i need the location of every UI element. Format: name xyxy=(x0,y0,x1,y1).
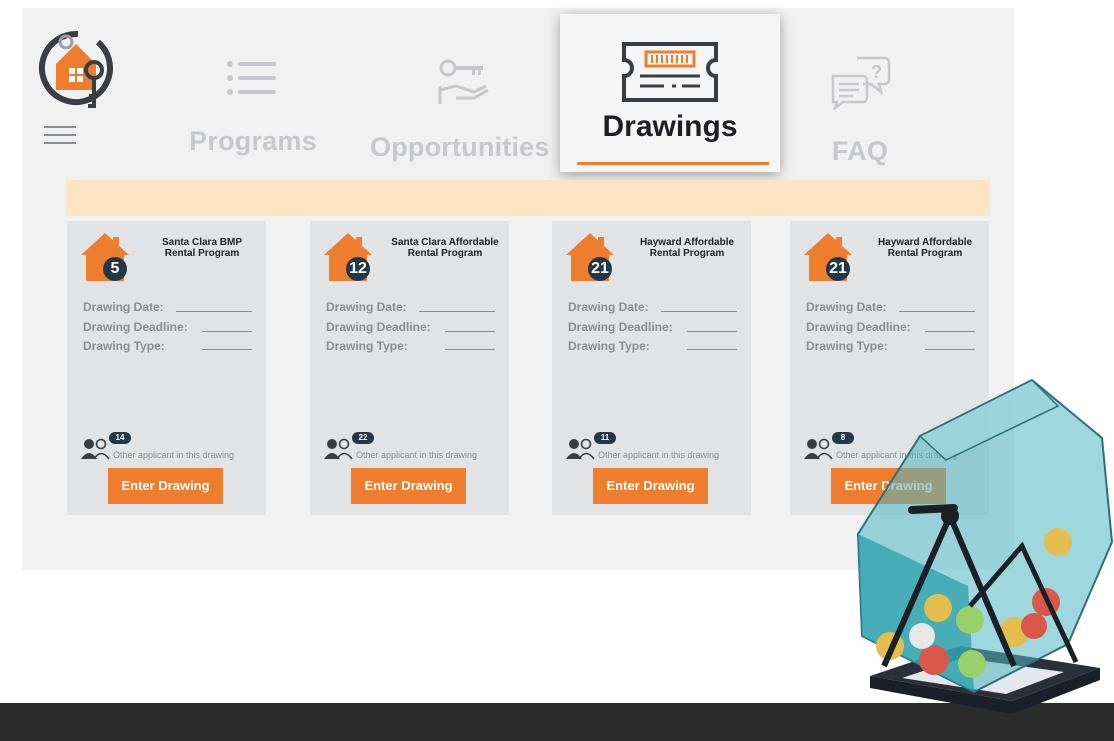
drawing-card: 12 Santa Clara Affordable Rental Program… xyxy=(310,221,509,515)
program-title: Santa Clara BMP Rental Program xyxy=(137,237,267,259)
drawing-type-value xyxy=(925,349,975,350)
drawing-date-label: Drawing Date: xyxy=(806,300,887,314)
drawing-type-label: Drawing Type: xyxy=(568,339,650,353)
program-title-line1: Hayward Affordable xyxy=(639,237,735,248)
program-title-line2: Rental Program xyxy=(649,248,725,259)
nav-programs[interactable]: Programs xyxy=(178,56,328,157)
drawing-deadline-value xyxy=(687,331,737,332)
drawing-date-value xyxy=(419,311,495,312)
drawing-type-value xyxy=(202,349,252,350)
nav-label-drawings: Drawings xyxy=(602,110,738,143)
key-hand-icon xyxy=(438,59,489,104)
drawing-date-value xyxy=(661,311,737,312)
drawing-deadline-value xyxy=(925,331,975,332)
drawing-date-value xyxy=(176,311,252,312)
applicant-count-badge: 11 xyxy=(594,432,616,444)
drawing-date-value xyxy=(899,311,975,312)
drawing-date-label: Drawing Date: xyxy=(326,300,407,314)
hamburger-menu-icon[interactable] xyxy=(44,126,76,144)
menu-line xyxy=(44,126,76,128)
program-title: Santa Clara Affordable Rental Program xyxy=(380,237,510,259)
people-icon xyxy=(804,438,833,460)
drawing-date-label: Drawing Date: xyxy=(83,300,164,314)
nav-label-opportunities: Opportunities xyxy=(370,132,550,162)
lottery-drum-illustration xyxy=(856,378,1114,714)
nav-opportunities[interactable]: Opportunities xyxy=(364,56,564,163)
drawing-deadline-value xyxy=(445,331,495,332)
program-title-line2: Rental Program xyxy=(164,248,240,259)
applicant-text: Other applicant in this drawing xyxy=(113,450,235,460)
enter-drawing-button[interactable]: Enter Drawing xyxy=(593,468,708,504)
applicant-count-badge: 22 xyxy=(352,432,374,444)
program-title: Hayward Affordable Rental Program xyxy=(860,237,990,259)
count-badge: 21 xyxy=(588,257,612,281)
drawing-date-label: Drawing Date: xyxy=(568,300,649,314)
drawing-card: 21 Hayward Affordable Rental Program Dra… xyxy=(552,221,751,515)
nav-faq[interactable]: ? FAQ xyxy=(800,54,920,167)
drawing-deadline-label: Drawing Deadline: xyxy=(326,320,431,334)
enter-drawing-button[interactable]: Enter Drawing xyxy=(351,468,466,504)
menu-line xyxy=(44,142,76,144)
people-icon xyxy=(324,438,353,460)
count-badge: 21 xyxy=(826,257,850,281)
active-tab-underline xyxy=(577,162,769,165)
program-title-line1: Santa Clara Affordable xyxy=(391,237,499,248)
applicant-text: Other applicant in this drawing xyxy=(598,450,720,460)
program-title-line2: Rental Program xyxy=(887,248,963,259)
list-icon xyxy=(227,61,276,95)
drawing-type-label: Drawing Type: xyxy=(83,339,165,353)
tab-drawings-active[interactable]: Drawings xyxy=(560,14,780,172)
applicant-count-badge: 14 xyxy=(109,432,131,444)
svg-text:?: ? xyxy=(871,62,882,82)
program-title: Hayward Affordable Rental Program xyxy=(622,237,752,259)
count-badge: 5 xyxy=(103,257,127,281)
ticket-icon xyxy=(622,42,718,102)
chat-question-icon: ? xyxy=(831,56,891,110)
drawing-deadline-label: Drawing Deadline: xyxy=(83,320,188,334)
drawing-deadline-label: Drawing Deadline: xyxy=(568,320,673,334)
drawing-type-label: Drawing Type: xyxy=(326,339,408,353)
program-title-line2: Rental Program xyxy=(407,248,483,259)
nav-label-faq: FAQ xyxy=(831,136,889,166)
program-title-line1: Hayward Affordable xyxy=(877,237,973,248)
drawing-card: 5 Santa Clara BMP Rental Program Drawing… xyxy=(67,221,266,515)
people-icon xyxy=(566,438,595,460)
drawing-deadline-value xyxy=(202,331,252,332)
menu-line xyxy=(44,134,76,136)
nav-label-programs: Programs xyxy=(189,126,317,156)
count-badge: 12 xyxy=(346,257,370,281)
people-icon xyxy=(81,438,110,460)
house-key-logo-icon[interactable] xyxy=(36,24,118,112)
notice-banner xyxy=(66,180,990,216)
drawing-type-label: Drawing Type: xyxy=(806,339,888,353)
drawing-deadline-label: Drawing Deadline: xyxy=(806,320,911,334)
drawing-type-value xyxy=(445,349,495,350)
program-title-line1: Santa Clara BMP xyxy=(161,237,243,248)
applicant-text: Other applicant in this drawing xyxy=(356,450,478,460)
enter-drawing-button[interactable]: Enter Drawing xyxy=(108,468,223,504)
drawing-type-value xyxy=(687,349,737,350)
